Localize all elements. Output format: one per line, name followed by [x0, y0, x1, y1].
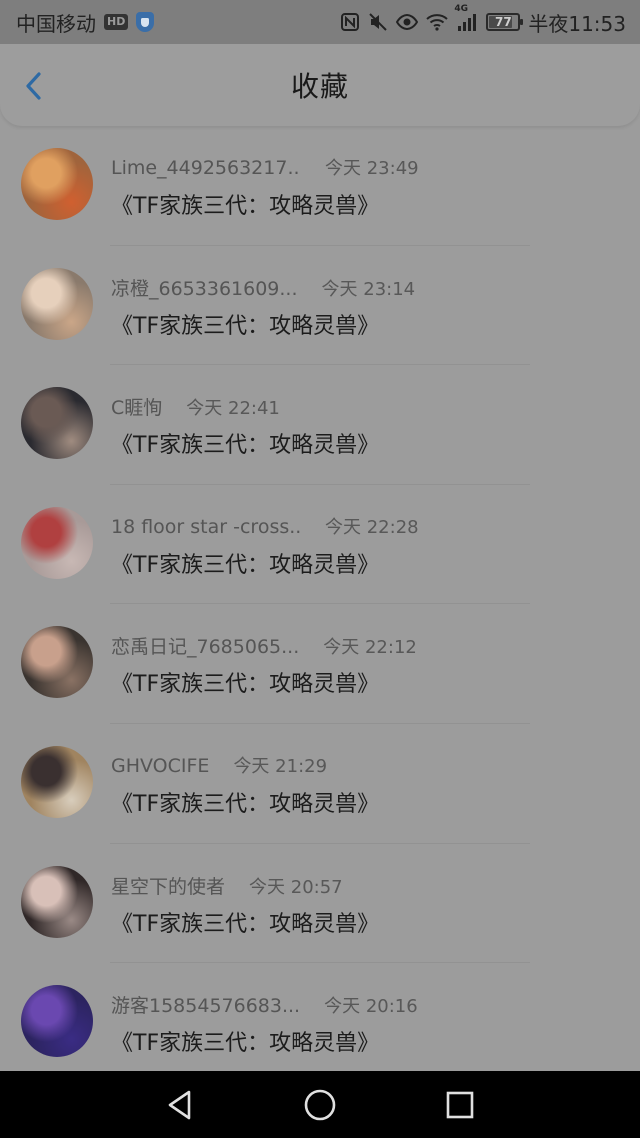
avatar[interactable] [21, 387, 93, 460]
chevron-left-icon [26, 72, 41, 100]
item-title[interactable]: 《TF家族三代：攻略灵兽》 [111, 188, 379, 220]
favorites-list: Lime_4492563217... 今天 23:49 《TF家族三代：攻略灵兽… [0, 126, 640, 1083]
timestamp: 今天 22:28 [325, 516, 419, 538]
app-header: 收藏 [0, 44, 640, 126]
avatar[interactable] [21, 267, 93, 340]
list-item[interactable]: 星空下的使者 今天 20:57 《TF家族三代：攻略灵兽》 [0, 844, 640, 964]
item-meta: 恋禹日记_7685065... 今天 22:12 [111, 632, 417, 659]
status-left: 中国移动 HD [16, 8, 155, 37]
item-title[interactable]: 《TF家族三代：攻略灵兽》 [111, 1025, 379, 1057]
item-title[interactable]: 《TF家族三代：攻略灵兽》 [111, 547, 379, 579]
battery-level-label: 77 [495, 15, 512, 29]
shield-icon [136, 12, 155, 32]
avatar[interactable] [21, 985, 93, 1058]
list-item[interactable]: C睚恂 今天 22:41 《TF家族三代：攻略灵兽》 [0, 365, 640, 485]
user-name[interactable]: 恋禹日记_7685065... [111, 632, 299, 659]
list-item[interactable]: GHVOCIFE 今天 21:29 《TF家族三代：攻略灵兽》 [0, 724, 640, 844]
signal-icon: 4G [454, 4, 478, 32]
hd-badge: HD [104, 14, 129, 30]
network-type-label: 4G [454, 4, 469, 14]
item-meta: Lime_4492563217... 今天 23:49 [111, 154, 419, 180]
user-name[interactable]: 星空下的使者 [111, 872, 225, 899]
nav-back-button[interactable] [160, 1085, 200, 1125]
avatar[interactable] [21, 626, 93, 699]
timestamp: 今天 22:12 [323, 637, 417, 659]
status-right: 4G 77 半夜11:53 [340, 4, 626, 37]
avatar[interactable] [21, 865, 93, 938]
carrier-label: 中国移动 [16, 11, 96, 36]
timestamp: 今天 23:14 [321, 278, 416, 300]
user-name[interactable]: 凉橙_6653361609... [111, 274, 298, 301]
user-name[interactable]: C睚恂 [111, 393, 162, 420]
item-title[interactable]: 《TF家族三代：攻略灵兽》 [111, 786, 379, 818]
clock: 半夜11:53 [528, 11, 626, 36]
eye-comfort-icon [396, 13, 419, 31]
circle-home-icon [304, 1089, 336, 1120]
list-item[interactable]: 18 floor star -cross... 今天 22:28 《TF家族三代… [0, 485, 640, 605]
status-bar: 中国移动 HD 4G 77 半夜11:53 [0, 0, 640, 44]
mute-icon [368, 12, 388, 32]
avatar[interactable] [21, 506, 93, 579]
timestamp: 今天 20:57 [249, 876, 343, 898]
list-item[interactable]: 恋禹日记_7685065... 今天 22:12 《TF家族三代：攻略灵兽》 [0, 604, 640, 724]
list-item[interactable]: Lime_4492563217... 今天 23:49 《TF家族三代：攻略灵兽… [0, 126, 640, 246]
wifi-icon [426, 13, 449, 31]
nav-recents-button[interactable] [440, 1085, 480, 1125]
system-nav-bar [0, 1071, 640, 1138]
page-title: 收藏 [290, 70, 349, 103]
item-meta: 游客15854576683... 今天 20:16 [111, 991, 418, 1018]
avatar[interactable] [21, 745, 93, 818]
battery-icon: 77 [486, 13, 524, 31]
list-item[interactable]: 凉橙_6653361609... 今天 23:14 《TF家族三代：攻略灵兽》 [0, 246, 640, 366]
item-title[interactable]: 《TF家族三代：攻略灵兽》 [111, 666, 379, 698]
avatar[interactable] [21, 148, 93, 220]
item-title[interactable]: 《TF家族三代：攻略灵兽》 [111, 427, 379, 459]
nfc-icon [340, 12, 360, 32]
item-meta: 星空下的使者 今天 20:57 [111, 872, 343, 899]
user-name[interactable]: GHVOCIFE [111, 755, 209, 777]
item-meta: 凉橙_6653361609... 今天 23:14 [111, 274, 415, 301]
user-name[interactable]: 18 floor star -cross... [111, 516, 301, 538]
item-meta: GHVOCIFE 今天 21:29 [111, 752, 327, 778]
item-title[interactable]: 《TF家族三代：攻略灵兽》 [111, 308, 379, 340]
user-name[interactable]: Lime_4492563217... [111, 157, 301, 179]
timestamp: 今天 20:16 [324, 996, 418, 1018]
user-name[interactable]: 游客15854576683... [111, 991, 300, 1018]
timestamp: 今天 21:29 [233, 755, 328, 777]
item-title[interactable]: 《TF家族三代：攻略灵兽》 [111, 906, 379, 938]
back-button[interactable] [18, 70, 50, 102]
nav-home-button[interactable] [300, 1085, 340, 1125]
item-meta: C睚恂 今天 22:41 [111, 393, 280, 420]
timestamp: 今天 23:49 [325, 158, 419, 179]
item-meta: 18 floor star -cross... 今天 22:28 [111, 513, 419, 539]
square-recents-icon [446, 1091, 474, 1118]
list-item[interactable]: 游客15854576683... 今天 20:16 《TF家族三代：攻略灵兽》 [0, 963, 640, 1083]
timestamp: 今天 22:41 [186, 398, 280, 420]
triangle-back-icon [168, 1090, 191, 1119]
